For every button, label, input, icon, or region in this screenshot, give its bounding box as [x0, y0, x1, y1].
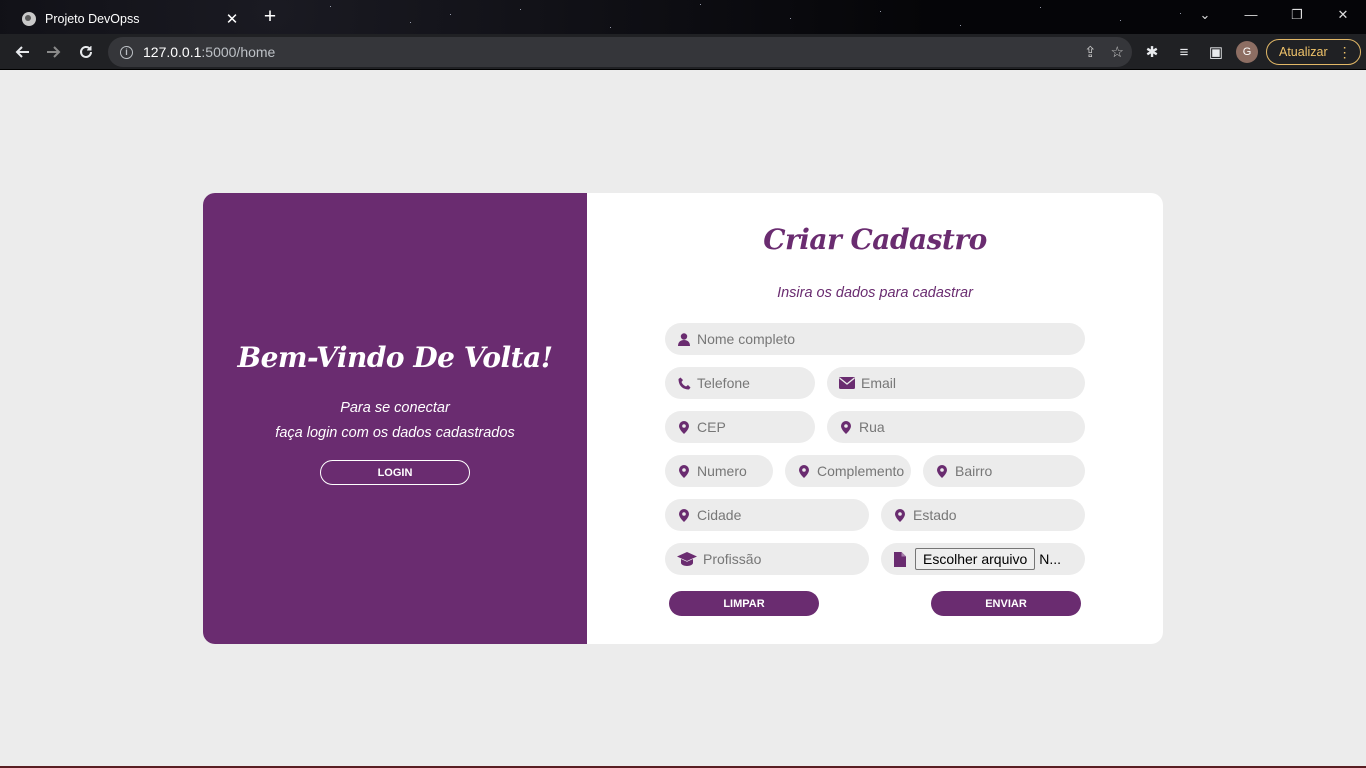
update-button[interactable]: Atualizar ⋮	[1266, 39, 1361, 65]
welcome-title: Bem-Vindo De Volta!	[237, 341, 553, 374]
envelope-icon	[839, 376, 855, 390]
browser-titlebar: Projeto DevOpss ✕ + ⌄ — ❐ ✕	[0, 0, 1366, 34]
welcome-panel: Bem-Vindo De Volta! Para se conectar faç…	[203, 193, 587, 644]
profissao-field[interactable]	[665, 543, 869, 575]
reload-icon[interactable]	[70, 36, 102, 68]
nome-input[interactable]	[697, 331, 1085, 347]
complemento-field[interactable]	[785, 455, 911, 487]
map-pin-icon	[677, 464, 691, 478]
telefone-input[interactable]	[697, 375, 815, 391]
graduation-cap-icon	[677, 552, 697, 566]
map-pin-icon	[677, 508, 691, 522]
new-tab-button[interactable]: +	[260, 6, 280, 28]
estado-input[interactable]	[913, 507, 1085, 523]
numero-input[interactable]	[697, 463, 773, 479]
tab-title: Projeto DevOpss	[45, 12, 140, 26]
cep-field[interactable]	[665, 411, 815, 443]
reading-list-icon[interactable]: ≡	[1172, 44, 1196, 61]
restore-icon[interactable]: ❐	[1274, 0, 1320, 30]
close-tab-icon[interactable]: ✕	[224, 10, 240, 28]
cidade-input[interactable]	[697, 507, 869, 523]
clear-button[interactable]: LIMPAR	[669, 591, 819, 616]
bairro-field[interactable]	[923, 455, 1085, 487]
complemento-input[interactable]	[817, 463, 911, 479]
map-pin-icon	[935, 464, 949, 478]
map-pin-icon	[797, 464, 811, 478]
profissao-input[interactable]	[703, 551, 869, 567]
file-status: N...	[1039, 551, 1062, 567]
signup-card: Bem-Vindo De Volta! Para se conectar faç…	[203, 193, 1163, 644]
forward-icon[interactable]	[38, 36, 70, 68]
submit-button[interactable]: ENVIAR	[931, 591, 1081, 616]
telefone-field[interactable]	[665, 367, 815, 399]
phone-icon	[677, 376, 691, 390]
login-button[interactable]: LOGIN	[320, 460, 470, 485]
url-text: 127.0.0.1:5000/home	[143, 44, 276, 60]
email-input[interactable]	[861, 375, 1085, 391]
tab-search-icon[interactable]: ⌄	[1182, 0, 1228, 30]
numero-field[interactable]	[665, 455, 773, 487]
close-window-icon[interactable]: ✕	[1320, 0, 1366, 30]
minimize-icon[interactable]: —	[1228, 0, 1274, 30]
share-icon[interactable]: ⇪	[1084, 43, 1097, 61]
browser-toolbar: i 127.0.0.1:5000/home ⇪ ☆ ✱ ≡ ▣ G Atuali…	[0, 34, 1366, 70]
user-icon	[677, 332, 691, 346]
more-menu-icon[interactable]: ⋮	[1338, 44, 1352, 61]
register-panel: Criar Cadastro Insira os dados para cada…	[587, 193, 1163, 644]
site-info-icon[interactable]: i	[120, 45, 133, 59]
cep-input[interactable]	[697, 419, 815, 435]
email-field[interactable]	[827, 367, 1085, 399]
nome-field[interactable]	[665, 323, 1085, 355]
bookmark-star-icon[interactable]: ☆	[1111, 43, 1124, 61]
side-panel-icon[interactable]: ▣	[1204, 43, 1228, 61]
extensions-icon[interactable]: ✱	[1140, 43, 1164, 61]
form-title: Criar Cadastro	[763, 223, 987, 256]
browser-tab[interactable]: Projeto DevOpss ✕	[8, 4, 248, 34]
update-label: Atualizar	[1279, 45, 1328, 59]
file-icon	[893, 551, 907, 567]
window-controls: ⌄ — ❐ ✕	[1182, 0, 1366, 30]
form-subtitle: Insira os dados para cadastrar	[777, 285, 973, 301]
welcome-subtitle: Para se conectar faça login com os dados…	[275, 400, 515, 441]
map-pin-icon	[893, 508, 907, 522]
map-pin-icon	[677, 420, 691, 434]
cidade-field[interactable]	[665, 499, 869, 531]
back-icon[interactable]	[6, 36, 38, 68]
rua-field[interactable]	[827, 411, 1085, 443]
map-pin-icon	[839, 420, 853, 434]
globe-icon	[22, 12, 36, 26]
choose-file-button[interactable]: Escolher arquivo	[915, 548, 1036, 570]
estado-field[interactable]	[881, 499, 1085, 531]
profile-avatar[interactable]: G	[1236, 41, 1258, 63]
file-upload-field[interactable]: Escolher arquivo N...	[881, 543, 1085, 575]
bairro-input[interactable]	[955, 463, 1085, 479]
rua-input[interactable]	[859, 419, 1085, 435]
address-bar[interactable]: i 127.0.0.1:5000/home ⇪ ☆	[108, 37, 1132, 67]
